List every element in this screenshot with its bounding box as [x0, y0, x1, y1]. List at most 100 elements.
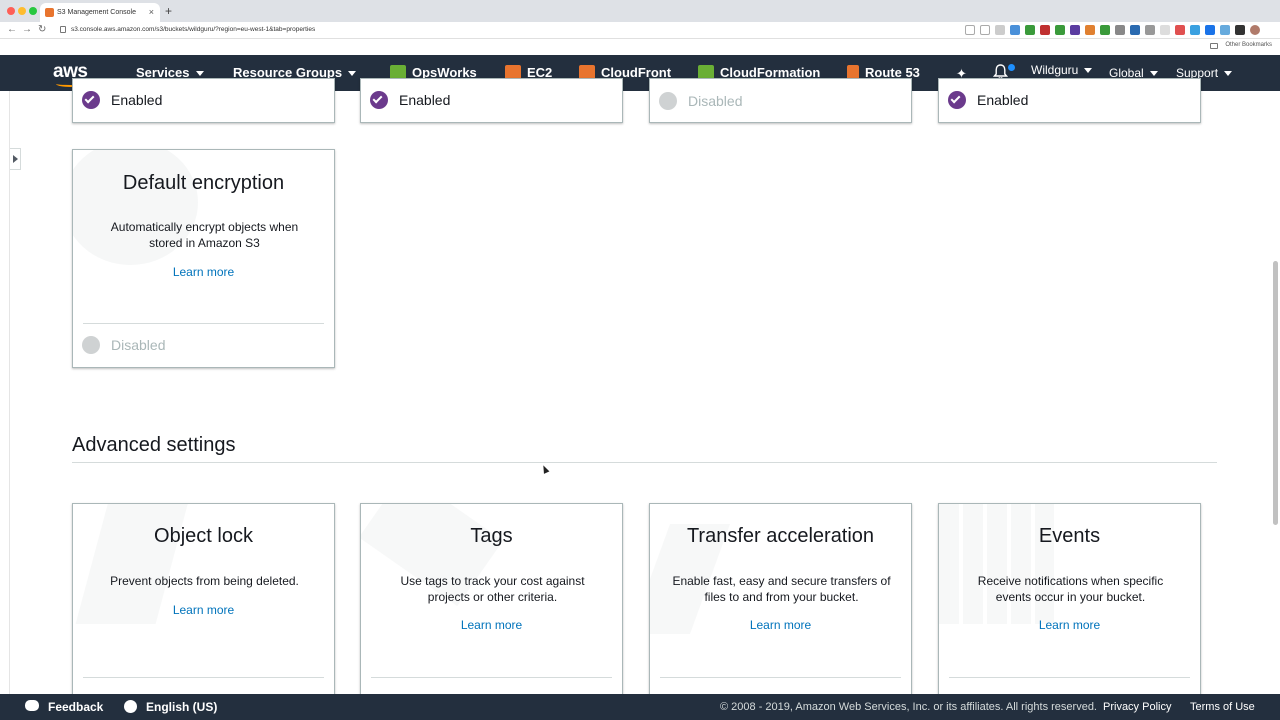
- chevron-down-icon: [1149, 71, 1158, 77]
- card-description: Receive notifications when specific even…: [977, 574, 1164, 604]
- extension-icon[interactable]: [1220, 25, 1230, 35]
- status-label: Enabled: [111, 92, 163, 108]
- extensions-toolbar: [965, 25, 1260, 36]
- property-card[interactable]: Enabled: [938, 78, 1201, 123]
- new-tab-button[interactable]: +: [165, 3, 172, 20]
- learn-more-link[interactable]: Learn more: [73, 265, 334, 279]
- card-description: Use tags to track your cost against proj…: [400, 574, 585, 604]
- language-selector[interactable]: English (US): [146, 694, 217, 720]
- check-circle-icon: [948, 91, 966, 109]
- zoom-icon[interactable]: [965, 25, 975, 35]
- extension-icon[interactable]: [1130, 25, 1140, 35]
- chevron-down-icon: [348, 71, 357, 77]
- lock-icon: [60, 26, 66, 33]
- extension-icon[interactable]: [1175, 25, 1185, 35]
- scroll-thumb[interactable]: [1273, 261, 1278, 525]
- tab-close-icon[interactable]: ×: [149, 3, 154, 22]
- divider: [949, 677, 1190, 678]
- other-bookmarks[interactable]: Other Bookmarks: [1225, 42, 1272, 48]
- maximize-window-button[interactable]: [29, 7, 37, 15]
- calendar-watermark-icon: [939, 504, 1054, 624]
- card-title: Default encryption: [122, 172, 285, 194]
- extension-icon[interactable]: [1160, 25, 1170, 35]
- extension-icon[interactable]: [1235, 25, 1245, 35]
- url-field[interactable]: s3.console.aws.amazon.com/s3/buckets/wil…: [71, 25, 315, 35]
- transfer-acceleration-card[interactable]: Transfer acceleration Enable fast, easy …: [649, 503, 912, 708]
- extension-icon[interactable]: [1115, 25, 1125, 35]
- card-title: Tags: [470, 525, 513, 547]
- check-circle-icon: [82, 91, 100, 109]
- extension-icon[interactable]: [1145, 25, 1155, 35]
- page-scrollbar[interactable]: [1270, 91, 1280, 694]
- divider: [83, 677, 324, 678]
- extension-icon[interactable]: [1040, 25, 1050, 35]
- disabled-circle-icon: [82, 336, 100, 354]
- learn-more-link[interactable]: Learn more: [939, 618, 1200, 632]
- property-card[interactable]: Enabled: [360, 78, 623, 123]
- privacy-policy-link[interactable]: Privacy Policy: [1103, 694, 1171, 720]
- card-title: Events: [1038, 525, 1101, 547]
- expand-panel-button[interactable]: [10, 148, 21, 170]
- account-label: Wildguru: [1031, 63, 1079, 77]
- card-description: Automatically encrypt objects when store…: [110, 220, 299, 250]
- card-description: Enable fast, easy and secure transfers o…: [672, 574, 891, 604]
- copyright-text: © 2008 - 2019, Amazon Web Services, Inc.…: [720, 701, 1097, 713]
- browser-tab-bar: S3 Management Console × +: [0, 0, 1280, 22]
- feedback-link[interactable]: Feedback: [48, 694, 103, 720]
- default-encryption-card[interactable]: Default encryption Automatically encrypt…: [72, 149, 335, 368]
- status-label: Enabled: [399, 92, 451, 108]
- extension-icon[interactable]: [1190, 25, 1200, 35]
- status-label: Enabled: [977, 92, 1029, 108]
- extension-icon[interactable]: [1100, 25, 1110, 35]
- minimize-window-button[interactable]: [18, 7, 26, 15]
- extension-icon[interactable]: [1025, 25, 1035, 35]
- extension-icon[interactable]: [1010, 25, 1020, 35]
- tab-title: S3 Management Console: [57, 9, 136, 16]
- aws-favicon-icon: [45, 8, 54, 17]
- learn-more-link[interactable]: Learn more: [361, 618, 622, 632]
- events-card[interactable]: Events Receive notifications when specif…: [938, 503, 1201, 708]
- property-card[interactable]: Enabled: [72, 78, 335, 123]
- status-label: Disabled: [688, 93, 743, 109]
- console-footer: Feedback English (US) © 2008 - 2019, Ama…: [0, 694, 1280, 720]
- chevron-down-icon: [1084, 68, 1093, 74]
- chevron-down-icon: [195, 71, 204, 77]
- side-panel-rail: [0, 91, 10, 694]
- card-title: Transfer acceleration: [686, 525, 875, 547]
- section-divider: [72, 462, 1217, 463]
- notification-dot: [1008, 64, 1015, 71]
- close-window-button[interactable]: [7, 7, 15, 15]
- learn-more-link[interactable]: Learn more: [73, 603, 334, 617]
- check-circle-icon: [370, 91, 388, 109]
- chevron-right-icon: [13, 155, 18, 163]
- object-lock-card[interactable]: Object lock Prevent objects from being d…: [72, 503, 335, 708]
- disabled-circle-icon: [659, 92, 677, 110]
- extension-icon[interactable]: [995, 25, 1005, 35]
- mouse-cursor: [540, 464, 550, 474]
- card-description: Prevent objects from being deleted.: [110, 574, 299, 588]
- forward-icon[interactable]: →: [22, 23, 32, 37]
- speech-bubble-icon: [25, 700, 39, 711]
- card-title: Object lock: [154, 525, 253, 547]
- address-bar: ← → ↻ s3.console.aws.amazon.com/s3/bucke…: [0, 22, 1280, 39]
- extension-icon[interactable]: [1085, 25, 1095, 35]
- globe-icon: [124, 700, 137, 713]
- extension-icon[interactable]: [1070, 25, 1080, 35]
- learn-more-link[interactable]: Learn more: [650, 618, 911, 632]
- advanced-settings-heading: Advanced settings: [72, 434, 236, 456]
- chevron-down-icon: [1224, 71, 1233, 77]
- divider: [660, 677, 901, 678]
- star-icon[interactable]: [980, 25, 990, 35]
- terms-of-use-link[interactable]: Terms of Use: [1190, 694, 1255, 720]
- extension-icon[interactable]: [1055, 25, 1065, 35]
- folder-icon: [1210, 43, 1218, 49]
- back-icon[interactable]: ←: [7, 23, 17, 37]
- status-label: Disabled: [111, 337, 166, 353]
- reload-icon[interactable]: ↻: [38, 23, 46, 37]
- browser-tab[interactable]: S3 Management Console ×: [40, 3, 160, 22]
- tags-card[interactable]: Tags Use tags to track your cost against…: [360, 503, 623, 708]
- profile-avatar[interactable]: [1250, 25, 1260, 35]
- extension-icon[interactable]: [1205, 25, 1215, 35]
- property-card[interactable]: Disabled: [649, 78, 912, 123]
- divider: [371, 677, 612, 678]
